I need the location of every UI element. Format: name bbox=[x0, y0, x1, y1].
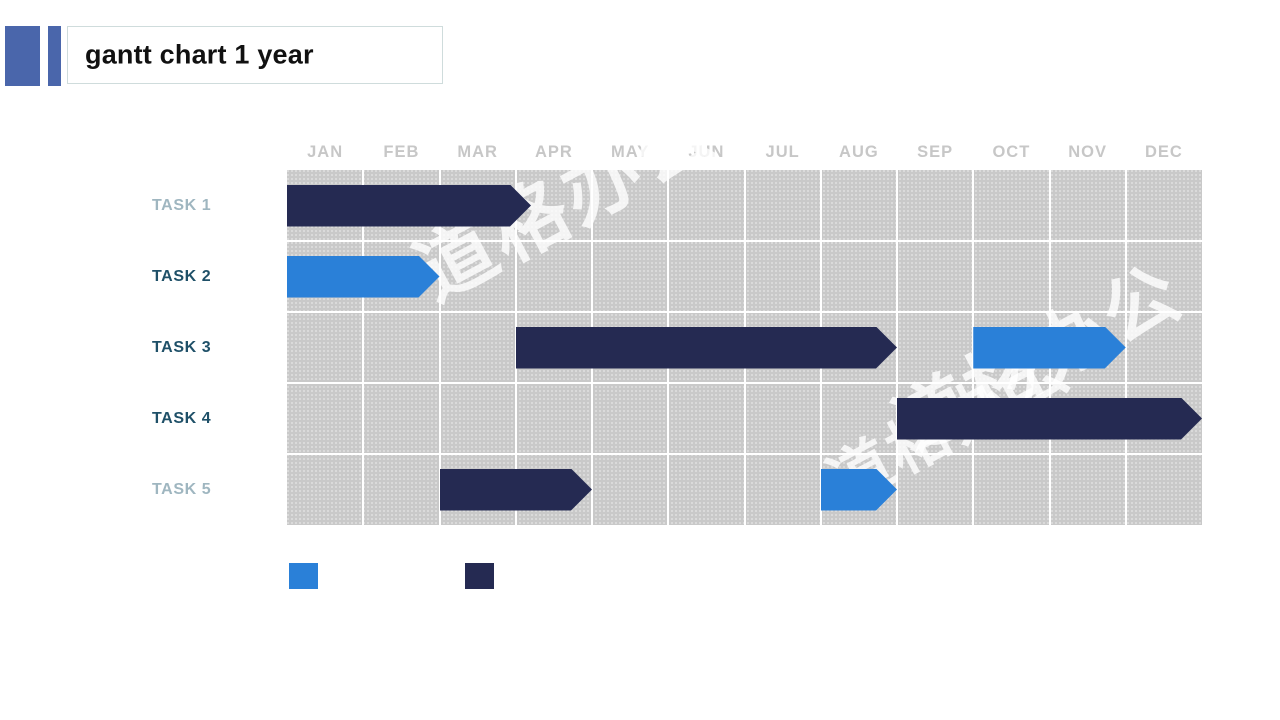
grid-vline bbox=[896, 170, 898, 525]
grid-vline bbox=[1124, 170, 1127, 525]
month-label-jan: JAN bbox=[307, 143, 344, 161]
task-label-2: TASK 2 bbox=[152, 268, 212, 285]
task-label-5: TASK 5 bbox=[152, 481, 212, 498]
month-label-jul: JUL bbox=[765, 143, 800, 161]
grid-vline bbox=[438, 170, 441, 525]
gantt-chart: JAN FEB MAR APR MAY JUN JUL AUG SEP OCT NOV DEC TAS… bbox=[0, 0, 1280, 720]
grid-vline bbox=[743, 170, 746, 525]
grid-hline bbox=[287, 382, 1202, 384]
grid-vline bbox=[591, 170, 593, 525]
legend-item-1[interactable] bbox=[289, 563, 328, 589]
grid-vline bbox=[667, 170, 670, 525]
month-label-dec: DEC bbox=[1144, 143, 1183, 161]
grid-vline bbox=[514, 170, 517, 525]
legend-blue-swatch bbox=[289, 563, 318, 589]
task-label-column: TASK 1 TASK 2 TASK 3 TASK 4 TASK 5 bbox=[152, 170, 282, 525]
task-label-4: TASK 4 bbox=[152, 410, 212, 427]
month-label-aug: AUG bbox=[839, 143, 879, 161]
legend-item-2[interactable] bbox=[465, 563, 504, 589]
month-label-may: MAY bbox=[611, 143, 650, 161]
gantt-grid bbox=[287, 170, 1202, 525]
month-header-row: JAN FEB MAR APR MAY JUN JUL AUG SEP OCT NOV DEC bbox=[287, 138, 1202, 166]
month-label-nov: NOV bbox=[1068, 143, 1107, 161]
task-label-1: TASK 1 bbox=[152, 197, 212, 214]
month-label-apr: APR bbox=[534, 143, 573, 161]
legend-dark-swatch bbox=[465, 563, 494, 589]
month-label-sep: SEP bbox=[917, 143, 954, 161]
grid-vline bbox=[819, 170, 822, 525]
chart-legend bbox=[287, 563, 587, 593]
grid-hline bbox=[287, 453, 1202, 455]
grid-vline bbox=[1048, 170, 1051, 525]
grid-vline bbox=[972, 170, 975, 525]
task-label-3: TASK 3 bbox=[152, 339, 212, 356]
month-label-jun: JUN bbox=[688, 143, 725, 161]
grid-hline bbox=[287, 311, 1202, 313]
month-label-feb: FEB bbox=[383, 143, 420, 161]
grid-hline bbox=[287, 240, 1202, 242]
month-label-mar: MAR bbox=[457, 143, 498, 161]
grid-vline bbox=[362, 170, 365, 525]
month-label-oct: OCT bbox=[992, 143, 1031, 161]
